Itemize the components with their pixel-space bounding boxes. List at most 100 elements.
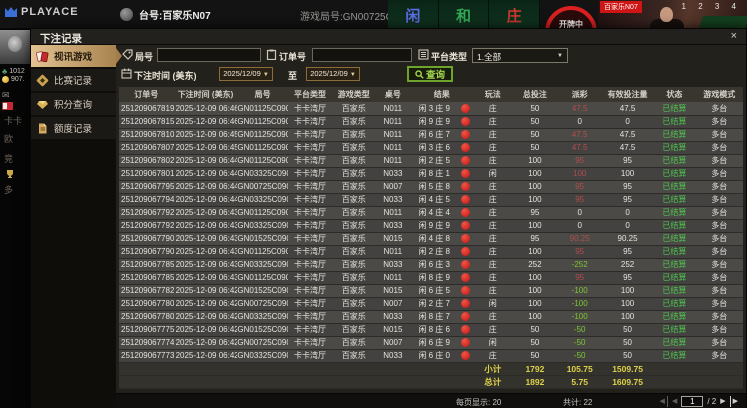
cell-payout: 95 xyxy=(557,154,602,168)
cell-round-number: GN01525C090GC xyxy=(237,284,288,298)
sidebar-item-label: 积分查询 xyxy=(54,100,93,111)
next-page-icon[interactable]: ▶ xyxy=(720,396,725,407)
cell-payout: 95 xyxy=(557,193,602,207)
banker-win-dot-icon xyxy=(461,247,471,256)
cell-round-number: GN01125C090KQ xyxy=(237,245,288,259)
cell-valid-bet: 95 xyxy=(601,245,654,259)
filter-bar: 局号 订单号 平台类型 1.全部 ▼ 下注时间 (美东) 2025/12/09 … xyxy=(116,45,746,87)
cell-order-number: 251209067780102 xyxy=(119,310,174,324)
banker-win-dot-icon xyxy=(461,234,471,243)
column-header: 平台类型 xyxy=(287,87,333,102)
banker-win-dot-icon xyxy=(461,103,471,113)
cell-total-bet: 50 xyxy=(512,349,558,363)
table-row: 2512090677801022025-12-09 06:42:40GN0332… xyxy=(119,310,743,324)
dealer-head xyxy=(660,7,673,22)
date-from-picker[interactable]: 2025/12/09 ▼ xyxy=(219,67,273,81)
cell-status: 已结算 xyxy=(653,167,696,181)
close-icon[interactable]: × xyxy=(731,30,737,43)
cell-result: 闲 8 庄 9 xyxy=(410,271,474,285)
table-row: 2512090678020772025-12-09 06:44:55GN0112… xyxy=(119,154,743,168)
cell-round-number: GN03325C090KS xyxy=(237,310,288,324)
cell-total-bet: 252 xyxy=(512,258,558,272)
cell-valid-bet: 95 xyxy=(601,271,654,285)
playace-logo-icon xyxy=(5,7,17,17)
cell-status: 已结算 xyxy=(653,128,696,142)
clubs-balance-value: 1012 xyxy=(9,68,25,75)
cell-game-type: 百家乐 xyxy=(332,141,376,155)
cell-status: 已结算 xyxy=(653,245,696,259)
cell-bet-time: 2025-12-09 06:42:07 xyxy=(173,336,238,350)
search-button[interactable]: 查询 xyxy=(407,66,453,82)
cell-valid-bet: 100 xyxy=(601,297,654,311)
cell-play-type: 庄 xyxy=(473,128,513,142)
table-row: 2512090678151992025-12-09 06:46:13GN0112… xyxy=(119,115,743,129)
cell-total-bet: 100 xyxy=(512,193,558,207)
lobby-tab-fragment-2: 欧 xyxy=(4,134,14,144)
page-number-input[interactable]: 1 xyxy=(681,396,704,407)
banker-win-dot-icon xyxy=(461,312,471,321)
playace-logo: PLAYACE xyxy=(4,5,79,19)
bet-area-tie[interactable]: 和 xyxy=(439,0,490,28)
dealing-status-badge: 开牌中 xyxy=(545,6,597,28)
cell-payout: 95 xyxy=(557,271,602,285)
result-score-text: 闲 2 庄 5 xyxy=(418,156,450,165)
cell-total-bet: 50 xyxy=(512,336,558,350)
cell-platform: 卡卡湾厅 xyxy=(287,167,333,181)
total-row-payout: 5.75 xyxy=(557,374,602,389)
bet-area-player[interactable]: 闲 xyxy=(388,0,439,28)
sidebar-item-video-games[interactable]: 视讯游戏 xyxy=(31,45,122,67)
modal-titlebar: 下注记录 × xyxy=(31,29,746,45)
cell-game-mode: 多台 xyxy=(695,310,743,324)
column-header: 桌号 xyxy=(375,87,411,102)
cell-table-number: N015 xyxy=(375,323,411,337)
cell-status: 已结算 xyxy=(653,336,696,350)
chevron-down-icon: ▼ xyxy=(557,53,563,59)
order-filter-input[interactable] xyxy=(312,48,412,62)
cell-result: 闲 2 庄 7 xyxy=(410,297,474,311)
table-row: 2512090677926792025-12-09 06:43:54GN0332… xyxy=(119,219,743,233)
table-row: 2512090678109432025-12-09 06:45:50GN0112… xyxy=(119,128,743,142)
cell-valid-bet: 95 xyxy=(601,154,654,168)
cell-total-bet: 100 xyxy=(512,310,558,324)
cell-round-number: GN03325C090KR xyxy=(237,349,288,363)
cell-game-mode: 多台 xyxy=(695,180,743,194)
column-header: 下注时间 (美东) xyxy=(173,87,238,102)
sidebar-item-points-query[interactable]: 积分查询 xyxy=(31,93,116,115)
last-page-icon[interactable]: ▶ xyxy=(729,396,738,407)
cell-order-number: 251209067773674 xyxy=(119,349,174,363)
cell-play-type: 庄 xyxy=(473,310,513,324)
cell-status: 已结算 xyxy=(653,323,696,337)
round-filter-input[interactable] xyxy=(157,48,261,62)
cards-shortcut xyxy=(2,102,13,110)
sidebar-item-label: 比赛记录 xyxy=(54,76,93,87)
chevron-down-icon: ▼ xyxy=(262,72,269,78)
cell-order-number: 251209067790671 xyxy=(119,245,174,259)
cell-platform: 卡卡湾厅 xyxy=(287,258,333,272)
cell-payout: 0 xyxy=(557,115,602,129)
platform-select[interactable]: 1.全部 ▼ xyxy=(472,48,568,63)
prev-page-icon[interactable]: ◀ xyxy=(672,396,677,407)
cell-payout: 47.5 xyxy=(557,128,602,142)
sidebar-item-quota-records[interactable]: 额度记录 xyxy=(31,117,116,139)
cell-game-type: 百家乐 xyxy=(332,232,376,246)
platform-filter-label: 平台类型 xyxy=(431,52,468,62)
cell-empty xyxy=(119,362,174,376)
sidebar-item-match-records[interactable]: 比赛记录 xyxy=(31,69,116,91)
cell-game-type: 百家乐 xyxy=(332,154,376,168)
date-to-picker[interactable]: 2025/12/09 ▼ xyxy=(306,67,360,81)
cell-result: 闲 6 庄 3 xyxy=(410,258,474,272)
cell-empty xyxy=(332,374,376,389)
cell-play-type: 庄 xyxy=(473,141,513,155)
cell-result: 闲 8 庄 6 xyxy=(410,323,474,337)
cell-round-number: GN03325C090KW xyxy=(237,167,288,181)
bet-area-banker[interactable]: 庄 xyxy=(489,0,541,28)
per-page-label: 每页显示: 20 xyxy=(456,397,501,408)
modal-body: 视讯游戏 比赛记录 积分查询 额度记录 局号 订单号 平台类型 1.全部 ▼ 下… xyxy=(31,45,746,408)
cell-total-bet: 100 xyxy=(512,297,558,311)
result-score-text: 闲 6 庄 3 xyxy=(418,260,450,269)
sidebar-item-label: 视讯游戏 xyxy=(54,52,93,63)
banker-win-dot-icon xyxy=(461,169,471,178)
first-page-icon[interactable]: ◀ xyxy=(660,396,668,407)
cell-empty xyxy=(653,374,696,389)
cell-play-type: 庄 xyxy=(473,232,513,246)
